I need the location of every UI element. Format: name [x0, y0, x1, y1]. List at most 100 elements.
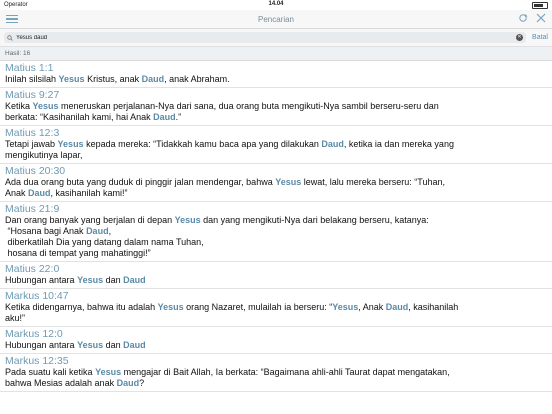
- nav-bar: Pencarian: [0, 10, 552, 29]
- verse-result[interactable]: Matius 21:9 Dan orang banyak yang berjala…: [0, 202, 552, 262]
- verse-fragment: kepada mereka: “Tidakkah kamu baca apa y…: [83, 139, 322, 149]
- verse-fragment: mengikutinya lapar,: [5, 150, 83, 160]
- highlight-term: Yesus: [275, 177, 302, 187]
- verse-result[interactable]: Markus 10:47 Ketika didengarnya, bahwa it…: [0, 289, 552, 327]
- verse-fragment: Tetapi jawab: [5, 139, 58, 149]
- verse-reference: Matius 22:0: [5, 263, 60, 275]
- verse-line: Ketika didengarnya, bahwa itu adalah Yes…: [5, 302, 547, 313]
- verse-fragment: , ketika ia dan mereka yang: [343, 139, 454, 149]
- highlight-term: Yesus: [332, 302, 359, 312]
- menu-icon[interactable]: [6, 13, 18, 24]
- battery-indicator: [532, 1, 548, 9]
- search-box[interactable]: ✕: [4, 32, 527, 43]
- highlight-term: Daud: [116, 378, 140, 388]
- verse-text: Ketika didengarnya, bahwa itu adalah Yes…: [5, 302, 547, 324]
- verse-line: bahwa Mesias adalah anak Daud?: [5, 378, 547, 389]
- verse-fragment: lewat, lalu mereka berseru: “Tuhan,: [301, 177, 445, 187]
- verse-reference: Markus 12:35: [5, 355, 69, 367]
- verse-line: diberkatilah Dia yang datang dalam nama …: [5, 237, 547, 248]
- verse-fragment: ?: [139, 378, 145, 388]
- highlight-term: Yesus: [174, 215, 201, 225]
- highlight-term: Yesus: [157, 302, 184, 312]
- verse-fragment: aku!”: [5, 313, 26, 323]
- verse-reference: Matius 21:9: [5, 203, 60, 215]
- verse-result[interactable]: Matius 20:30 Ada dua orang buta yang dudu…: [0, 164, 552, 202]
- verse-fragment: Ketika didengarnya, bahwa itu adalah: [5, 302, 158, 312]
- verse-fragment: orang Nazaret, mulailah ia berseru: “: [183, 302, 333, 312]
- verse-fragment: mengajar di Bait Allah, Ia berkata: “Bag…: [121, 367, 450, 377]
- page-title: Pencarian: [257, 14, 295, 24]
- verse-fragment: meneruskan perjalanan-Nya dari sana, dua…: [58, 101, 439, 111]
- status-bar: Operator 14.04: [0, 0, 552, 10]
- verse-fragment: Ada dua orang buta yang duduk di pinggir…: [5, 177, 276, 187]
- highlight-term: Daud: [86, 226, 109, 236]
- verse-fragment: dan: [103, 340, 124, 350]
- verse-result[interactable]: Matius 12:3 Tetapi jawab Yesus kepada mer…: [0, 126, 552, 164]
- verse-reference: Markus 10:47: [5, 290, 69, 302]
- search-input[interactable]: [13, 32, 517, 43]
- verse-fragment: diberkatilah Dia yang datang dalam nama …: [5, 237, 204, 247]
- verse-fragment: Ketika: [5, 101, 33, 111]
- verse-text: Hubungan antara Yesus dan Daud: [5, 275, 547, 286]
- highlight-term: Yesus: [57, 139, 84, 149]
- verse-fragment: “Hosana bagi Anak: [5, 226, 87, 236]
- highlight-term: Daud: [153, 112, 176, 122]
- highlight-term: Daud: [321, 139, 344, 149]
- close-icon[interactable]: [536, 13, 546, 23]
- settings-icon[interactable]: [518, 13, 528, 23]
- verse-text: Inilah silsilah Yesus Kristus, anak Daud…: [5, 74, 547, 85]
- verse-fragment: ,: [108, 226, 112, 236]
- verse-line: mengikutinya lapar,: [5, 150, 547, 161]
- verse-fragment: Anak: [5, 188, 29, 198]
- verse-text: Pada suatu kali ketika Yesus mengajar di…: [5, 367, 547, 389]
- verse-reference: Matius 12:3: [5, 127, 60, 139]
- battery-icon: [532, 1, 548, 9]
- verse-result[interactable]: Matius 1:1 Inilah silsilah Yesus Kristus,…: [0, 61, 552, 88]
- verse-line: Inilah silsilah Yesus Kristus, anak Daud…: [5, 74, 547, 85]
- verse-result[interactable]: Matius 9:27 Ketika Yesus meneruskan perja…: [0, 88, 552, 126]
- verse-text: Hubungan antara Yesus dan Daud: [5, 340, 547, 351]
- verse-line: Hubungan antara Yesus dan Daud: [5, 340, 547, 351]
- verse-line: aku!”: [5, 313, 547, 324]
- clear-search-icon[interactable]: ✕: [516, 34, 524, 41]
- verse-line: Hubungan antara Yesus dan Daud: [5, 275, 547, 286]
- verse-fragment: Hubungan antara: [5, 275, 78, 285]
- verse-line: Anak Daud, kasihanilah kami!”: [5, 188, 547, 199]
- verse-fragment: dan: [103, 275, 124, 285]
- verse-result[interactable]: Markus 12:35 Pada suatu kali ketika Yesus…: [0, 354, 552, 392]
- verse-result[interactable]: Matius 22:0 Hubungan antara Yesus dan Dau…: [0, 262, 552, 289]
- verse-text: Dan orang banyak yang berjalan di depan …: [5, 215, 547, 259]
- highlight-term: Daud: [141, 74, 165, 84]
- verse-fragment: bahwa Mesias adalah anak: [5, 378, 117, 388]
- highlight-term: Yesus: [95, 367, 122, 377]
- results-list: Matius 1:1 Inilah silsilah Yesus Kristus,…: [0, 61, 552, 392]
- verse-fragment: .”: [175, 112, 182, 122]
- verse-reference: Matius 9:27: [5, 89, 60, 101]
- verse-line: Ketika Yesus meneruskan perjalanan-Nya d…: [5, 101, 547, 112]
- highlight-term: Daud: [123, 340, 146, 350]
- verse-reference: Markus 12:0: [5, 328, 63, 340]
- search-row: ✕ Batal: [0, 29, 552, 47]
- verse-line: Dan orang banyak yang berjalan di depan …: [5, 215, 547, 226]
- verse-line: Pada suatu kali ketika Yesus mengajar di…: [5, 367, 547, 378]
- verse-text: Tetapi jawab Yesus kepada mereka: “Tidak…: [5, 139, 547, 161]
- result-count: Hasil: 16: [0, 47, 552, 61]
- verse-line: Ada dua orang buta yang duduk di pinggir…: [5, 177, 547, 188]
- verse-fragment: Pada suatu kali ketika: [5, 367, 96, 377]
- verse-text: Ketika Yesus meneruskan perjalanan-Nya d…: [5, 101, 547, 123]
- verse-fragment: , kasihanilah: [408, 302, 459, 312]
- verse-fragment: hosana di tempat yang mahatinggi!”: [5, 248, 151, 258]
- highlight-term: Yesus: [32, 101, 59, 111]
- verse-line: hosana di tempat yang mahatinggi!”: [5, 248, 547, 259]
- clock: 14.04: [268, 1, 284, 7]
- highlight-term: Daud: [123, 275, 146, 285]
- cancel-button[interactable]: Batal: [532, 34, 548, 41]
- highlight-term: Yesus: [77, 340, 104, 350]
- highlight-term: Daud: [28, 188, 51, 198]
- verse-line: “Hosana bagi Anak Daud,: [5, 226, 547, 237]
- verse-fragment: Kristus, anak: [84, 74, 142, 84]
- verse-fragment: , anak Abraham.: [164, 74, 230, 84]
- verse-result[interactable]: Markus 12:0 Hubungan antara Yesus dan Dau…: [0, 327, 552, 354]
- verse-line: berkata: “Kasihanilah kami, hai Anak Dau…: [5, 112, 547, 123]
- verse-fragment: , Anak: [358, 302, 386, 312]
